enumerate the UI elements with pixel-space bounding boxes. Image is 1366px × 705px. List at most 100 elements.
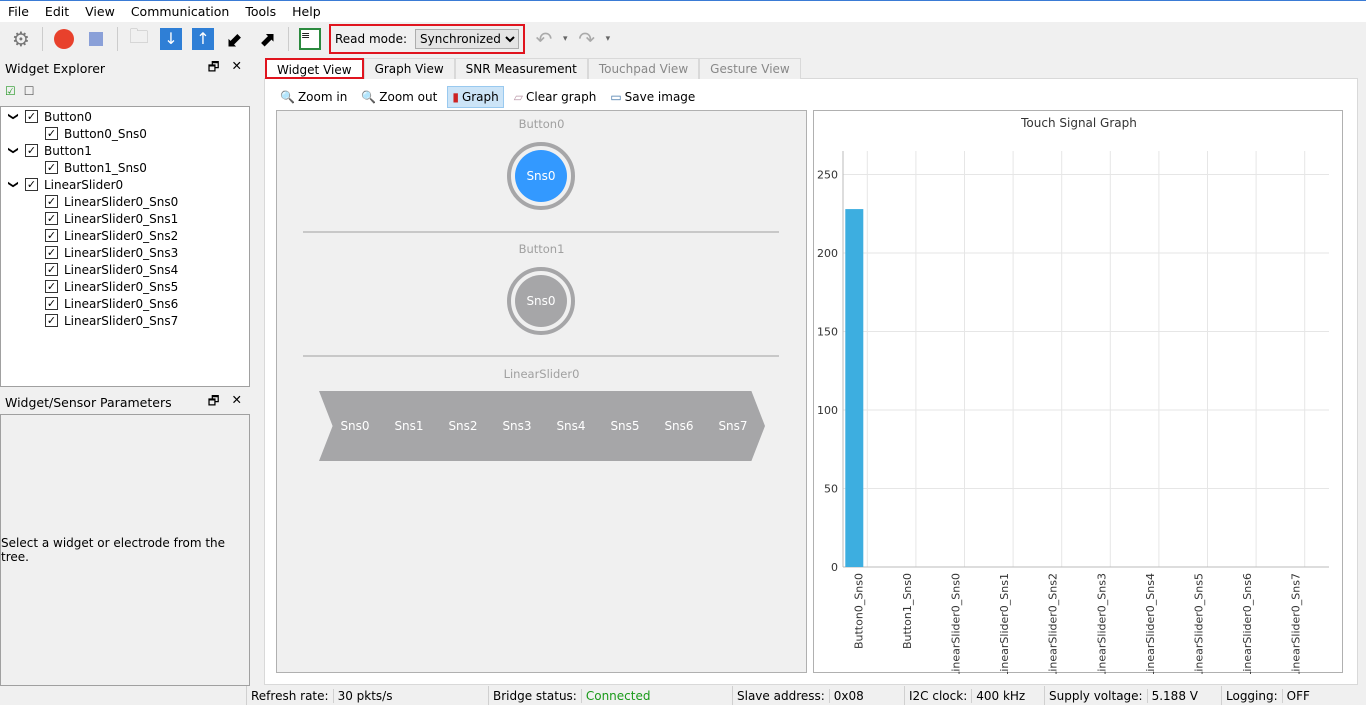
tree-widget-Button0[interactable]: ❯ ✓ Button0 bbox=[1, 108, 249, 125]
checkbox[interactable]: ✓ bbox=[45, 161, 58, 174]
button0-sensor: Sns0 bbox=[515, 150, 567, 202]
undo-dropdown-icon[interactable]: ▾ bbox=[563, 34, 568, 44]
checkbox[interactable]: ✓ bbox=[25, 178, 38, 191]
menu-communication[interactable]: Communication bbox=[123, 4, 238, 19]
menu-file[interactable]: File bbox=[0, 4, 37, 19]
checkbox[interactable]: ✓ bbox=[25, 110, 38, 123]
menu-help[interactable]: Help bbox=[284, 4, 329, 19]
checkbox[interactable]: ✓ bbox=[45, 297, 58, 310]
status-item: Refresh rate: 30 pkts/s bbox=[246, 686, 488, 705]
checkbox[interactable]: ✓ bbox=[45, 263, 58, 276]
checkbox[interactable]: ✓ bbox=[45, 127, 58, 140]
tree-sensor-label: LinearSlider0_Sns6 bbox=[64, 296, 179, 311]
divider bbox=[303, 355, 779, 357]
arrow-in-icon[interactable]: ⬋ bbox=[222, 26, 248, 52]
status-label: Bridge status: bbox=[493, 688, 577, 703]
tree-sensor-item[interactable]: ✓ LinearSlider0_Sns7 bbox=[1, 312, 249, 329]
checkbox[interactable]: ✓ bbox=[45, 212, 58, 225]
tree-sensor-item[interactable]: ✓ LinearSlider0_Sns5 bbox=[1, 278, 249, 295]
export-icon[interactable]: ↑ bbox=[190, 26, 216, 52]
tree-sensor-label: Button1_Sns0 bbox=[64, 160, 147, 175]
arrow-out-icon[interactable]: ⬈ bbox=[254, 26, 280, 52]
checkbox[interactable]: ✓ bbox=[45, 280, 58, 293]
open-folder-icon[interactable]: 🗀 bbox=[126, 24, 152, 52]
tab-graph-view[interactable]: Graph View bbox=[363, 58, 455, 79]
tab-snr-measurement[interactable]: SNR Measurement bbox=[454, 58, 588, 79]
zoom-out-button[interactable]: 🔍 Zoom out bbox=[357, 86, 441, 108]
eraser-icon: ▱ bbox=[513, 90, 523, 104]
clear-graph-button[interactable]: ▱ Clear graph bbox=[510, 86, 601, 108]
tree-sensor-item[interactable]: ✓ LinearSlider0_Sns4 bbox=[1, 261, 249, 278]
zoom-in-button[interactable]: 🔍 Zoom in bbox=[276, 86, 351, 108]
chevron-down-icon[interactable]: ❯ bbox=[8, 177, 19, 193]
close-icon[interactable]: ✕ bbox=[232, 392, 242, 413]
status-label: Refresh rate: bbox=[251, 688, 329, 703]
status-bar: Refresh rate: 30 pkts/s Bridge status: Conn… bbox=[0, 686, 1366, 705]
tree-sensor-item[interactable]: ✓ LinearSlider0_Sns3 bbox=[1, 244, 249, 261]
disconnect-icon[interactable] bbox=[51, 26, 77, 52]
uncheck-all-icon[interactable]: ☐ bbox=[24, 84, 35, 98]
save-image-button[interactable]: ▭ Save image bbox=[606, 86, 699, 108]
tree-sensor-label: LinearSlider0_Sns1 bbox=[64, 211, 179, 226]
chevron-down-icon[interactable]: ❯ bbox=[8, 143, 19, 159]
tab-touchpad-view: Touchpad View bbox=[587, 58, 700, 79]
close-icon[interactable]: ✕ bbox=[232, 58, 242, 79]
checkbox[interactable]: ✓ bbox=[45, 229, 58, 242]
status-label: Slave address: bbox=[737, 688, 825, 703]
gear-icon[interactable]: ⚙ bbox=[8, 26, 34, 52]
x-tick-label: LinearSlider0_Sns4 bbox=[1144, 573, 1157, 674]
tree-sensor-item[interactable]: ✓ LinearSlider0_Sns2 bbox=[1, 227, 249, 244]
linear-slider-widget[interactable]: Sns0 Sns1 Sns2 Sns3 Sns4 Sns5 Sns6 Sns7 bbox=[319, 391, 765, 461]
log-icon[interactable]: ≡ bbox=[297, 26, 323, 52]
undo-icon[interactable]: ↶ bbox=[531, 26, 557, 52]
tree-sensor-item[interactable]: ✓ LinearSlider0_Sns0 bbox=[1, 193, 249, 210]
float-icon[interactable]: 🗗 bbox=[208, 58, 220, 79]
tab-gesture-view: Gesture View bbox=[699, 58, 801, 79]
checkbox[interactable]: ✓ bbox=[45, 246, 58, 259]
zoom-in-icon: 🔍 bbox=[280, 90, 295, 104]
params-title: Widget/Sensor Parameters bbox=[5, 395, 172, 410]
tree-widget-Button1[interactable]: ❯ ✓ Button1 bbox=[1, 142, 249, 159]
menu-tools[interactable]: Tools bbox=[237, 4, 284, 19]
status-item: Supply voltage: 5.188 V bbox=[1044, 686, 1221, 705]
divider bbox=[303, 231, 779, 233]
tree-sensor-item[interactable]: ✓ LinearSlider0_Sns1 bbox=[1, 210, 249, 227]
menu-edit[interactable]: Edit bbox=[37, 4, 77, 19]
x-tick-label: LinearSlider0_Sns0 bbox=[950, 573, 963, 674]
slider-segment[interactable]: Sns0 bbox=[319, 391, 387, 461]
import-icon[interactable]: ↓ bbox=[158, 26, 184, 52]
status-value: 30 pkts/s bbox=[332, 688, 392, 703]
read-mode-group: Read mode: Synchronized bbox=[329, 24, 526, 54]
status-label: I2C clock: bbox=[909, 688, 968, 703]
tree-sensor-item[interactable]: ✓ Button1_Sns0 bbox=[1, 159, 249, 176]
graph-toggle-button[interactable]: ▮ Graph bbox=[447, 86, 504, 108]
tree-widget-LinearSlider0[interactable]: ❯ ✓ LinearSlider0 bbox=[1, 176, 249, 193]
view-toolbar: 🔍 Zoom in 🔍 Zoom out ▮ Graph ▱ Clear graph ▭… bbox=[276, 85, 699, 109]
button0-widget[interactable]: Sns0 bbox=[507, 142, 575, 210]
tree-widget-label: Button0 bbox=[44, 109, 92, 124]
checkbox[interactable]: ✓ bbox=[45, 314, 58, 327]
button1-widget[interactable]: Sns0 bbox=[507, 267, 575, 335]
bar bbox=[845, 209, 864, 567]
float-icon[interactable]: 🗗 bbox=[208, 392, 220, 413]
read-mode-select[interactable]: Synchronized bbox=[415, 29, 520, 49]
redo-dropdown-icon[interactable]: ▾ bbox=[606, 34, 611, 44]
zoom-out-icon: 🔍 bbox=[361, 90, 377, 104]
status-value: 5.188 V bbox=[1146, 688, 1198, 703]
image-icon: ▭ bbox=[610, 90, 622, 104]
menu-view[interactable]: View bbox=[77, 4, 123, 19]
check-all-icon[interactable]: ☑ bbox=[5, 84, 16, 98]
params-message: Select a widget or electrode from the tr… bbox=[1, 536, 226, 564]
tree-sensor-item[interactable]: ✓ Button0_Sns0 bbox=[1, 125, 249, 142]
checkbox[interactable]: ✓ bbox=[45, 195, 58, 208]
separator bbox=[117, 27, 118, 51]
stop-icon[interactable] bbox=[83, 26, 109, 52]
checkbox[interactable]: ✓ bbox=[25, 144, 38, 157]
tree-sensor-label: LinearSlider0_Sns0 bbox=[64, 194, 179, 209]
y-tick-label: 50 bbox=[824, 483, 838, 496]
chevron-down-icon[interactable]: ❯ bbox=[8, 109, 19, 125]
tab-widget-view[interactable]: Widget View bbox=[265, 58, 364, 79]
tree-sensor-item[interactable]: ✓ LinearSlider0_Sns6 bbox=[1, 295, 249, 312]
redo-icon[interactable]: ↷ bbox=[574, 26, 600, 52]
button0-title: Button0 bbox=[518, 117, 565, 131]
